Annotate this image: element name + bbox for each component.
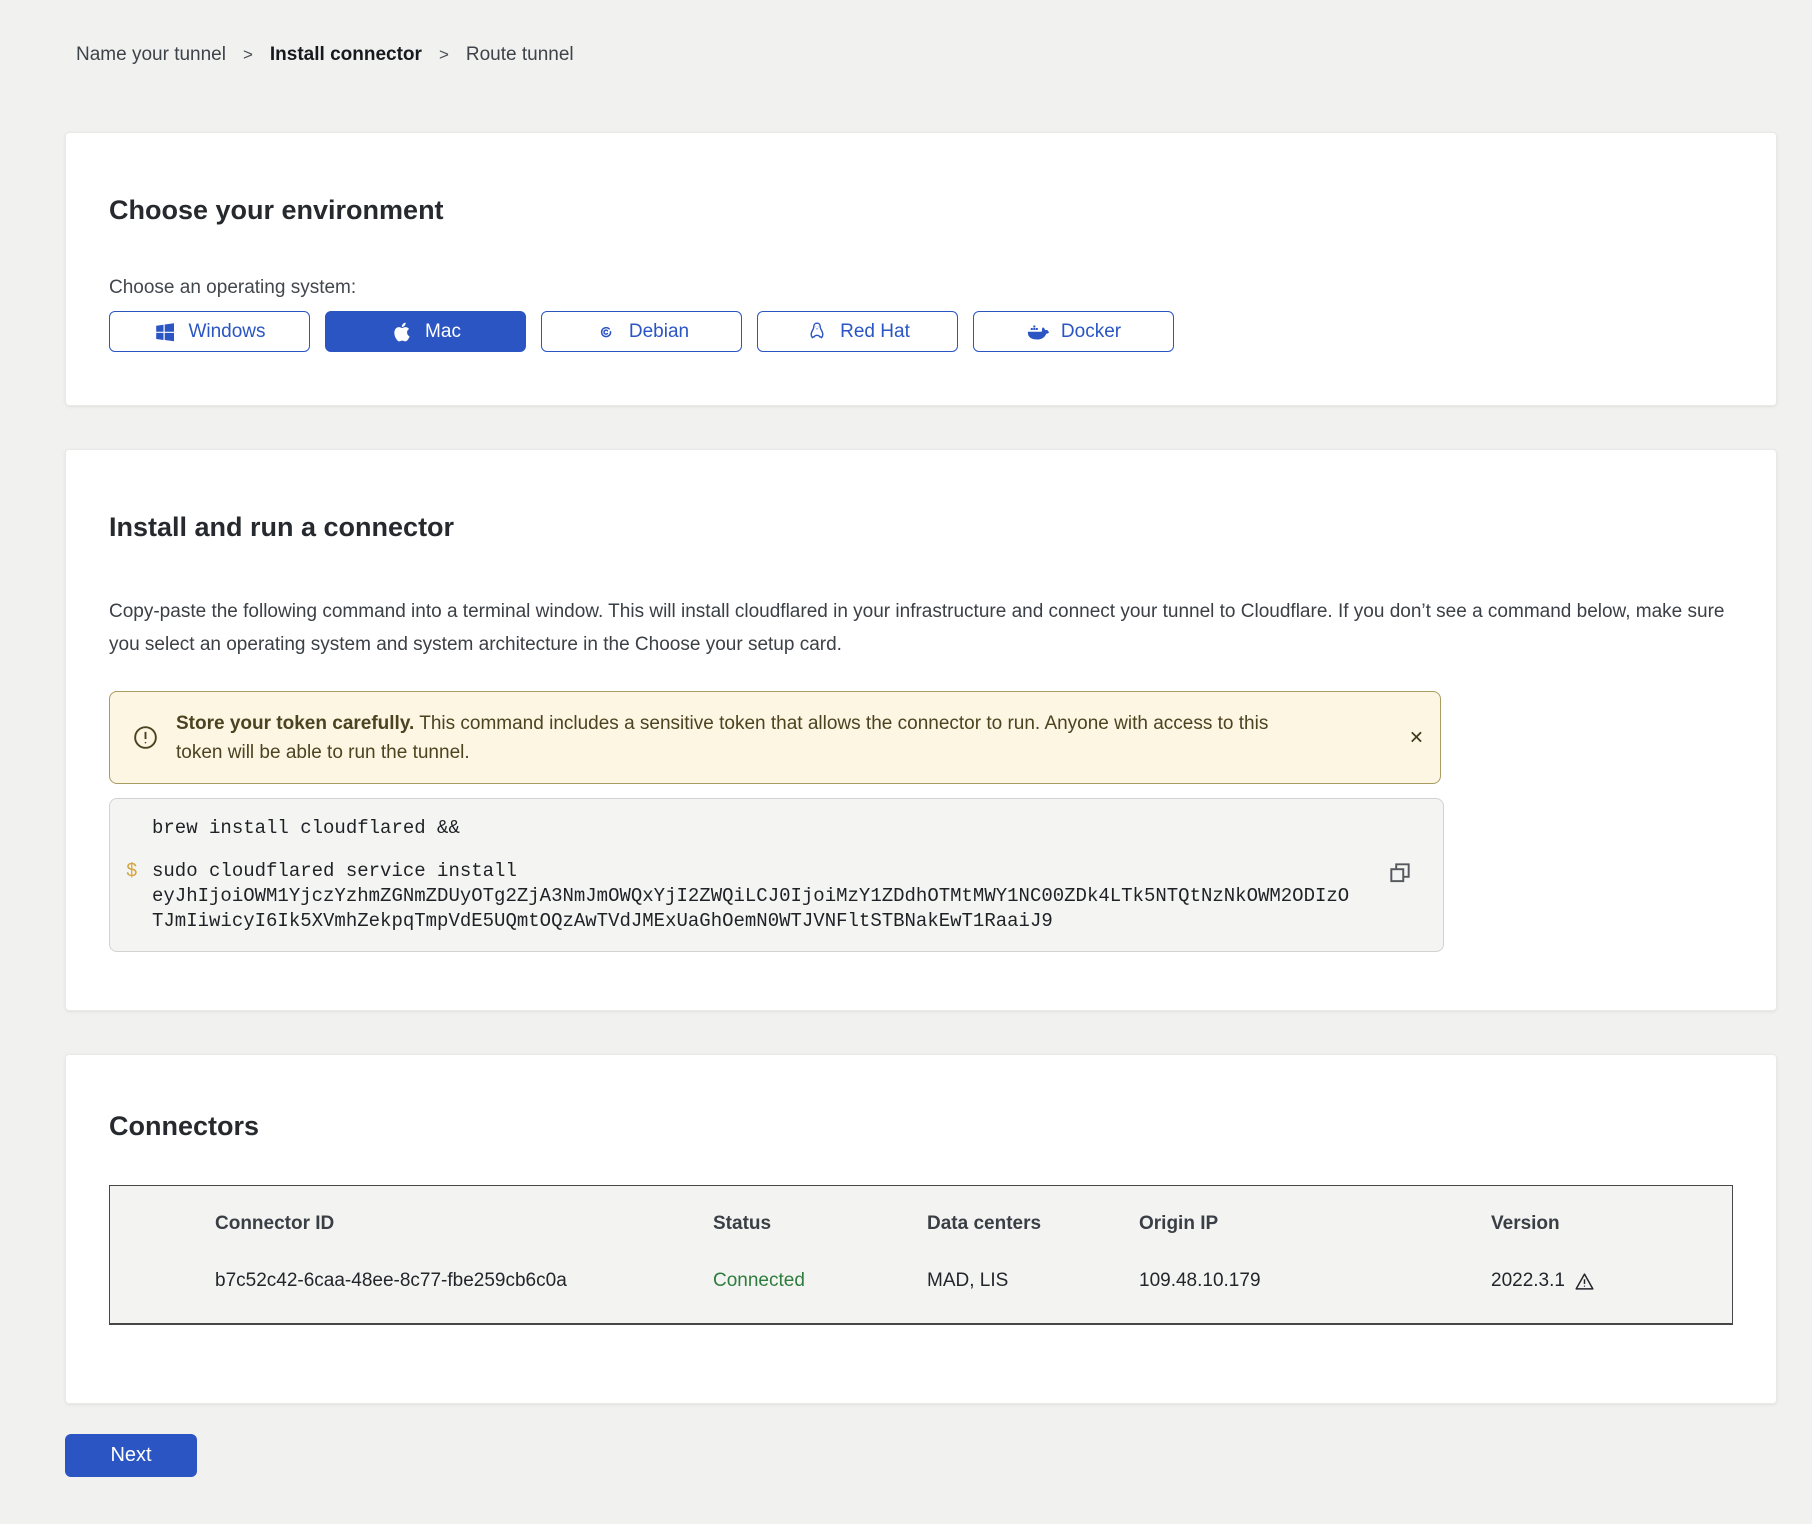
breadcrumb-name-your-tunnel[interactable]: Name your tunnel [76, 44, 226, 66]
choose-environment-card: Choose your environment Choose an operat… [65, 132, 1777, 406]
linux-tux-icon [805, 320, 829, 344]
debian-swirl-icon [594, 320, 618, 344]
breadcrumb: Name your tunnel > Install connector > R… [76, 44, 1812, 66]
connectors-table: Connector ID Status Data centers Origin … [109, 1185, 1733, 1325]
os-button-redhat[interactable]: Red Hat [757, 311, 958, 352]
connectors-table-header: Connector ID Status Data centers Origin … [215, 1213, 1712, 1235]
apple-logo-icon [390, 320, 414, 344]
os-button-docker[interactable]: Docker [973, 311, 1174, 352]
code-line-service-install: $ sudo cloudflared service install eyJhI… [126, 859, 1353, 934]
os-button-label: Windows [188, 321, 265, 343]
cell-data-centers: MAD, LIS [927, 1270, 1139, 1292]
next-button[interactable]: Next [65, 1434, 197, 1477]
install-card-title: Install and run a connector [109, 512, 1733, 542]
close-icon[interactable]: ✕ [1409, 727, 1424, 748]
version-value: 2022.3.1 [1491, 1270, 1565, 1292]
os-button-group: Windows Mac Debian [109, 311, 1733, 352]
docker-whale-icon [1026, 320, 1050, 344]
breadcrumb-install-connector: Install connector [270, 44, 422, 66]
warning-text-bold: Store your token carefully. [176, 713, 414, 734]
shell-prompt: $ [126, 859, 152, 934]
cell-version: 2022.3.1 [1491, 1270, 1712, 1292]
os-button-mac[interactable]: Mac [325, 311, 526, 352]
col-header-status: Status [713, 1213, 927, 1235]
install-description: Copy-paste the following command into a … [109, 595, 1733, 661]
os-button-label: Debian [629, 321, 689, 343]
install-connector-card: Install and run a connector Copy-paste t… [65, 449, 1777, 1011]
warning-triangle-icon[interactable] [1574, 1271, 1595, 1292]
install-command-code-block: brew install cloudflared && $ sudo cloud… [109, 798, 1444, 952]
tunnel-token: eyJhIjoiOWM1YjczYzhmZGNmZDUyOTg2ZjA3NmJm… [152, 885, 1349, 932]
environment-card-title: Choose your environment [109, 195, 1733, 225]
cell-status: Connected [713, 1270, 927, 1292]
alert-circle-icon [132, 724, 159, 751]
tunnel-setup-page: Name your tunnel > Install connector > R… [0, 44, 1812, 1477]
cell-origin-ip: 109.48.10.179 [1139, 1270, 1491, 1292]
breadcrumb-separator: > [243, 45, 253, 65]
copy-icon[interactable] [1387, 860, 1417, 890]
os-button-debian[interactable]: Debian [541, 311, 742, 352]
windows-logo-icon [153, 320, 177, 344]
table-row: b7c52c42-6caa-48ee-8c77-fbe259cb6c0a Con… [215, 1270, 1712, 1292]
col-header-version: Version [1491, 1213, 1712, 1235]
col-header-data-centers: Data centers [927, 1213, 1139, 1235]
os-label: Choose an operating system: [109, 277, 1733, 299]
col-header-origin-ip: Origin IP [1139, 1213, 1491, 1235]
token-warning-banner: Store your token carefully. This command… [109, 691, 1441, 784]
os-button-label: Mac [425, 321, 461, 343]
code-line-brew: brew install cloudflared && [152, 816, 1353, 841]
os-button-label: Docker [1061, 321, 1121, 343]
breadcrumb-route-tunnel: Route tunnel [466, 44, 574, 66]
connectors-card-title: Connectors [109, 1111, 1733, 1141]
os-button-windows[interactable]: Windows [109, 311, 310, 352]
install-command-text: sudo cloudflared service install eyJhIjo… [152, 859, 1352, 934]
cell-connector-id: b7c52c42-6caa-48ee-8c77-fbe259cb6c0a [215, 1270, 713, 1292]
os-button-label: Red Hat [840, 321, 910, 343]
sudo-command: sudo cloudflared service install [152, 860, 517, 882]
col-header-connector-id: Connector ID [215, 1213, 713, 1235]
breadcrumb-separator: > [439, 45, 449, 65]
connectors-card: Connectors Connector ID Status Data cent… [65, 1054, 1777, 1404]
warning-text: Store your token carefully. This command… [176, 709, 1306, 767]
